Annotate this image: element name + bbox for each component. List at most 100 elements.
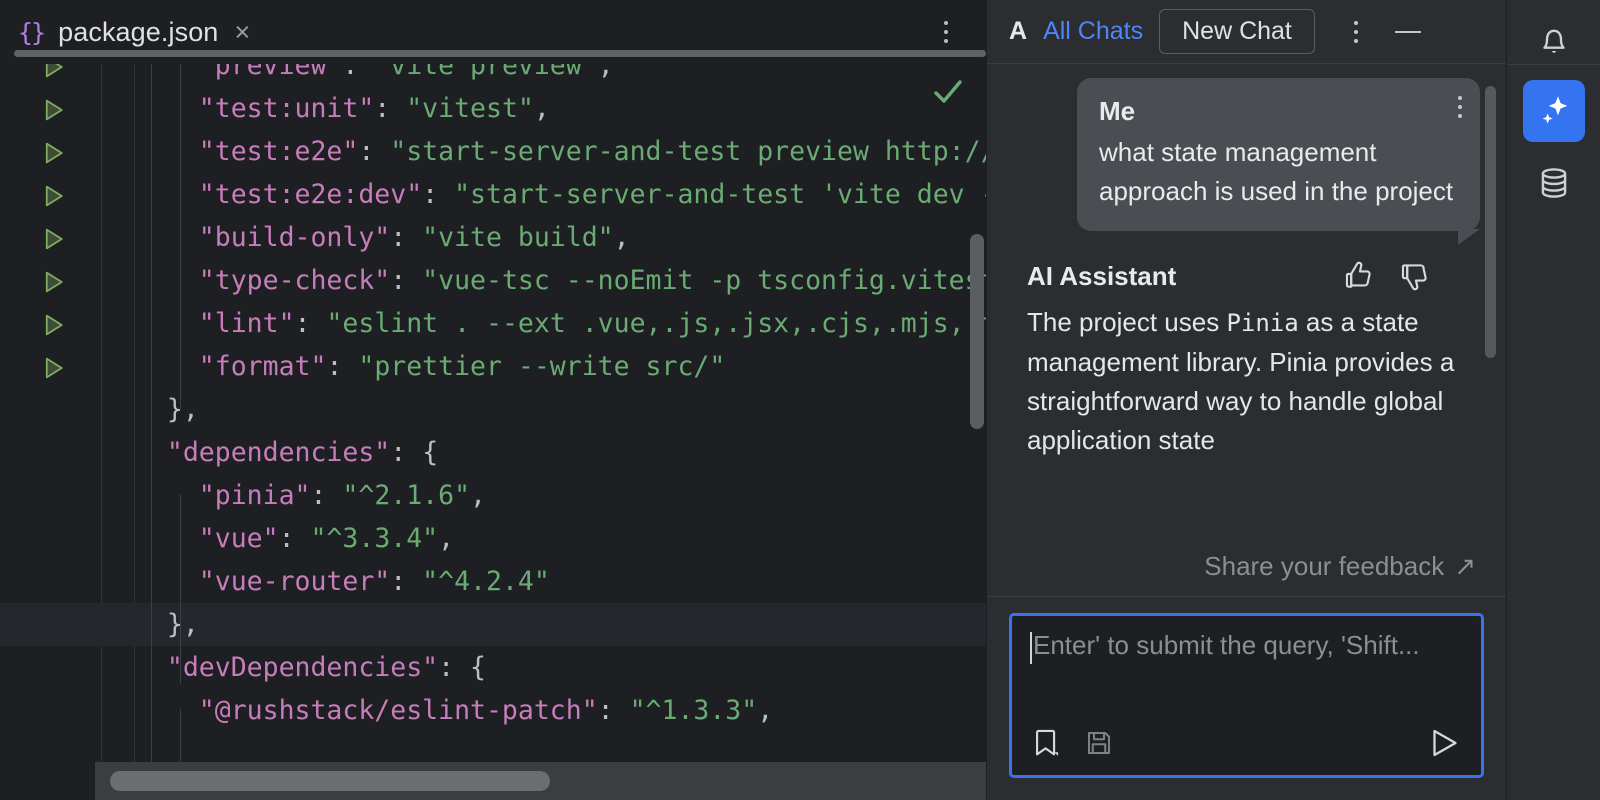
code-line[interactable]: "test:e2e": "start-server-and-test previ… xyxy=(0,130,986,173)
code-line[interactable]: "vue-router": "^4.2.4" xyxy=(0,560,986,603)
indent-guide xyxy=(180,494,181,684)
json-punct: : xyxy=(278,523,311,554)
chat-input-box[interactable]: Enter' to submit the query, 'Shift... xyxy=(1009,613,1484,778)
editor-vertical-scrollbar[interactable] xyxy=(968,64,986,800)
json-punct: : xyxy=(422,179,455,210)
json-key: "type-check" xyxy=(198,265,391,296)
code-line[interactable]: }, xyxy=(0,388,986,431)
code-line[interactable]: "pinia": "^2.1.6", xyxy=(0,474,986,517)
send-icon[interactable] xyxy=(1427,725,1463,761)
code-line[interactable]: "dependencies": { xyxy=(0,431,986,474)
json-string-value: "^2.1.6" xyxy=(342,480,471,511)
code-line[interactable]: }, xyxy=(0,603,986,646)
json-string-value: "vue-tsc --noEmit -p tsconfig.vitest.js xyxy=(422,265,986,296)
json-punct: , xyxy=(613,222,630,253)
chat-input-placeholder: Enter' to submit the query, 'Shift... xyxy=(1033,630,1420,660)
thumbs-down-icon[interactable] xyxy=(1398,259,1432,293)
code-text[interactable]: "preview": "vite preview", "test:unit": "… xyxy=(0,64,986,800)
chat-conversation[interactable]: Me what state management approach is use… xyxy=(987,64,1506,596)
code-editor-area[interactable]: "preview": "vite preview", "test:unit": "… xyxy=(0,64,986,800)
code-line[interactable]: "preview": "vite preview", xyxy=(0,64,986,87)
json-key: "test:e2e:dev" xyxy=(198,179,423,210)
code-line[interactable]: "devDependencies": { xyxy=(0,646,986,689)
json-braces-icon: {} xyxy=(18,17,46,47)
all-chats-link[interactable]: All Chats xyxy=(1043,17,1143,46)
indent-guide xyxy=(151,64,152,799)
message-kebab-menu-icon[interactable] xyxy=(1458,96,1462,118)
bookmark-icon[interactable] xyxy=(1030,726,1064,760)
code-line[interactable]: "type-check": "vue-tsc --noEmit -p tscon… xyxy=(0,259,986,302)
code-line[interactable]: "format": "prettier --write src/" xyxy=(0,345,986,388)
message-author: AI Assistant xyxy=(1027,260,1177,291)
user-message-bubble: Me what state management approach is use… xyxy=(1077,78,1480,245)
tab-underline xyxy=(14,50,986,57)
editor-vertical-scroll-thumb[interactable] xyxy=(970,234,984,429)
json-string-value: "^4.2.4" xyxy=(422,566,550,597)
chat-input-zone: Enter' to submit the query, 'Shift... xyxy=(987,596,1506,800)
json-string-value: "eslint . --ext .vue,.js,.jsx,.cjs,.mjs,… xyxy=(326,308,986,339)
scrollbar-gutter-cap xyxy=(0,762,95,800)
json-key: "build-only" xyxy=(198,222,391,253)
code-line[interactable]: "test:unit": "vitest", xyxy=(0,87,986,130)
close-icon[interactable]: × xyxy=(234,18,250,46)
json-string-value: "vite build" xyxy=(422,222,614,253)
user-message: Me what state management approach is use… xyxy=(987,78,1506,245)
json-punct: { xyxy=(470,652,487,683)
chat-vertical-scroll-thumb[interactable] xyxy=(1485,86,1496,358)
new-chat-button[interactable]: New Chat xyxy=(1159,9,1315,54)
json-key: "devDependencies" xyxy=(166,652,439,683)
json-key: "vue" xyxy=(198,523,279,554)
json-string-value: "vite preview" xyxy=(374,64,598,81)
minimize-icon[interactable] xyxy=(1389,15,1427,49)
save-icon[interactable] xyxy=(1084,728,1114,758)
code-line[interactable]: "build-only": "vite build", xyxy=(0,216,986,259)
json-punct: : xyxy=(390,437,423,468)
json-punct: }, xyxy=(166,394,199,425)
rail-separator xyxy=(1507,64,1600,65)
database-icon[interactable] xyxy=(1523,152,1585,214)
json-punct: : xyxy=(374,93,407,124)
message-author: Me xyxy=(1099,96,1136,126)
code-line[interactable]: "lint": "eslint . --ext .vue,.js,.jsx,.c… xyxy=(0,302,986,345)
ai-panel-kebab-menu-icon[interactable] xyxy=(1339,15,1373,49)
json-punct: : xyxy=(438,652,471,683)
share-feedback-link[interactable]: Share your feedback ↗ xyxy=(1204,551,1476,582)
ai-assistant-panel: A All Chats New Chat Me what state manag… xyxy=(986,0,1506,800)
json-string-value: "vitest" xyxy=(406,93,534,124)
json-punct: , xyxy=(470,480,487,511)
editor-tab-label: package.json xyxy=(58,16,219,47)
json-punct: }, xyxy=(166,609,199,640)
json-string-value: "start-server-and-test preview http://lo… xyxy=(390,136,986,167)
editor-horizontal-scrollbar[interactable] xyxy=(0,762,986,800)
assistant-message: AI Assistant The project uses Pinia as a… xyxy=(987,231,1506,460)
sparkle-icon[interactable] xyxy=(1522,80,1585,142)
editor-options-kebab-icon[interactable] xyxy=(930,16,962,48)
json-string-value: "start-server-and-test 'vite dev --por xyxy=(454,179,986,210)
json-punct: , xyxy=(533,93,550,124)
editor-pane: {} package.json × "preview": "vite previ… xyxy=(0,0,986,800)
json-punct: : xyxy=(390,222,423,253)
json-punct: , xyxy=(438,523,455,554)
editor-horizontal-scroll-thumb[interactable] xyxy=(110,771,550,791)
ai-assistant-logo: A xyxy=(1009,17,1028,45)
feedback-row: Share your feedback ↗ xyxy=(987,551,1506,596)
json-punct: { xyxy=(422,437,439,468)
editor-tab-bar: {} package.json × xyxy=(0,0,986,64)
json-key: "test:unit" xyxy=(198,93,375,124)
code-line[interactable]: "test:e2e:dev": "start-server-and-test '… xyxy=(0,173,986,216)
ide-window: {} package.json × "preview": "vite previ… xyxy=(0,0,1600,800)
json-punct: : xyxy=(294,308,327,339)
json-key: "format" xyxy=(198,351,327,382)
code-line[interactable]: "@rushstack/eslint-patch": "^1.3.3", xyxy=(0,689,986,732)
external-link-arrow-icon: ↗ xyxy=(1454,551,1476,581)
json-punct: : xyxy=(390,265,423,296)
json-punct: : xyxy=(310,480,343,511)
code-line[interactable]: "vue": "^3.3.4", xyxy=(0,517,986,560)
json-key: "lint" xyxy=(198,308,295,339)
assistant-message-text: The project uses Pinia as a state manage… xyxy=(1027,303,1484,460)
bell-icon[interactable] xyxy=(1523,8,1585,70)
message-text: what state management approach is used i… xyxy=(1099,137,1454,206)
thumbs-up-icon[interactable] xyxy=(1342,259,1376,293)
json-punct: : xyxy=(326,351,359,382)
json-key: "pinia" xyxy=(198,480,311,511)
